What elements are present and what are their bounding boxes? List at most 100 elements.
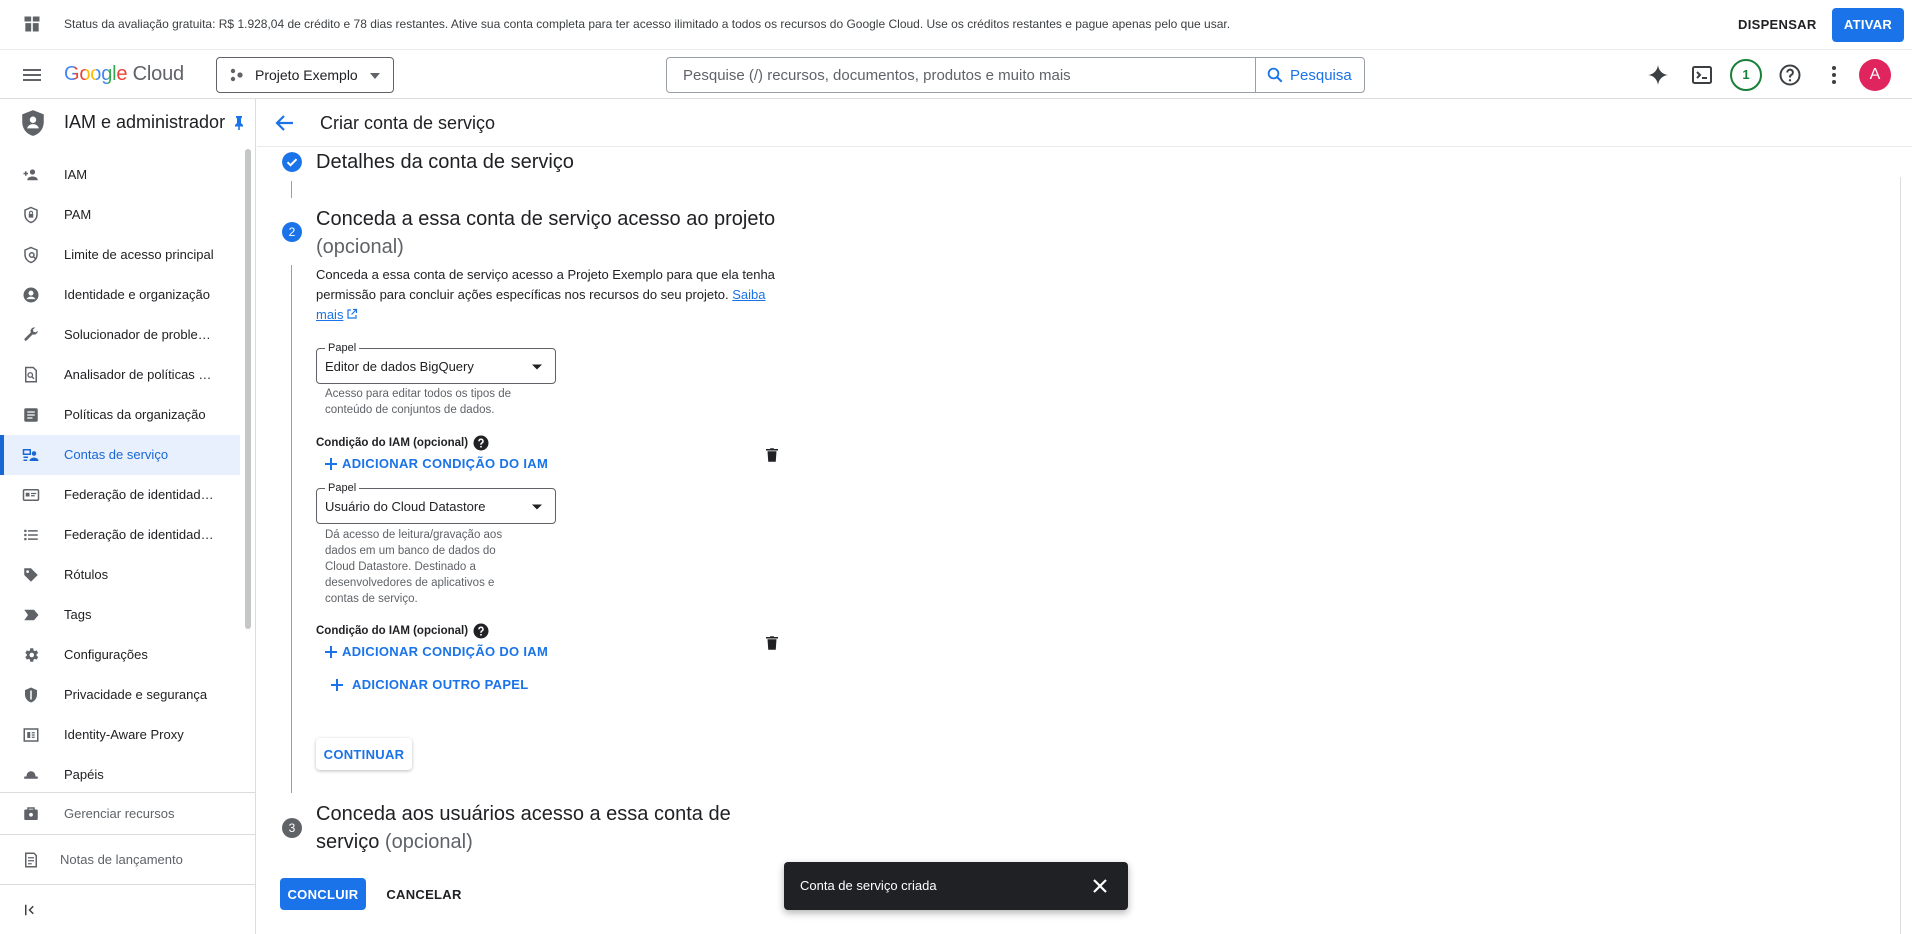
- plus-icon: [325, 645, 337, 658]
- cancel-button[interactable]: CANCELAR: [378, 878, 470, 910]
- help-icon[interactable]: [1778, 63, 1802, 87]
- page-title: Criar conta de serviço: [320, 113, 496, 133]
- add-iam-condition-label: ADICIONAR CONDIÇÃO DO IAM: [342, 456, 549, 471]
- sidebar-item-label: Políticas da organização: [64, 407, 206, 422]
- sidebar-item-org-policies[interactable]: Políticas da organização: [0, 395, 240, 435]
- role-select-2[interactable]: Papel Usuário do Cloud Datastore: [316, 481, 556, 524]
- person-add-icon: [23, 169, 38, 181]
- step2-heading: Conceda a essa conta de serviço acesso a…: [316, 205, 796, 261]
- delete-role-1-icon[interactable]: [763, 446, 781, 464]
- proxy-icon: [23, 728, 39, 742]
- delete-role-2-icon[interactable]: [763, 634, 781, 652]
- sidebar-item-label: PAM: [64, 207, 92, 222]
- back-arrow-icon[interactable]: [273, 111, 297, 135]
- iam-condition-label-2: Condição do IAM (opcional): [316, 625, 469, 637]
- google-cloud-logo[interactable]: Google Cloud: [64, 63, 184, 86]
- avatar[interactable]: A: [1859, 59, 1891, 91]
- sidebar-item-tags[interactable]: Tags: [0, 595, 240, 635]
- sidebar-item-label: Identity-Aware Proxy: [64, 727, 184, 742]
- sidebar-item-troubleshooter[interactable]: Solucionador de problem…: [0, 315, 240, 355]
- page-header: Criar conta de serviço: [257, 99, 1912, 147]
- manage-resources-label: Gerenciar recursos: [64, 806, 175, 821]
- id-card-icon: [22, 489, 40, 501]
- label-icon: [24, 568, 38, 582]
- shield-lock-icon: [24, 206, 38, 224]
- sidebar-nav: IAM PAM Limite de acesso principal Ident…: [0, 155, 240, 795]
- sidebar-item-label: Federação de identidade …: [64, 487, 220, 502]
- sidebar: IAM e administrador IAM PAM Limite de ac…: [0, 99, 256, 934]
- help-circle-icon[interactable]: [473, 623, 489, 639]
- toast-message: Conta de serviço criada: [800, 878, 937, 893]
- search-input[interactable]: [667, 58, 1255, 92]
- role-select-value: Editor de dados BigQuery: [325, 359, 474, 374]
- sidebar-item-label: Solucionador de problem…: [64, 327, 220, 342]
- iam-condition-label-1: Condição do IAM (opcional): [316, 437, 469, 449]
- activate-button[interactable]: ATIVAR: [1832, 8, 1904, 42]
- dropdown-arrow-icon: [532, 504, 542, 510]
- step3-optional: (opcional): [384, 831, 473, 853]
- pin-icon[interactable]: [231, 115, 247, 131]
- sidebar-item-iam[interactable]: IAM: [0, 155, 240, 195]
- external-link-icon: [347, 308, 358, 319]
- sidebar-item-principal-access-boundary[interactable]: Limite de acesso principal: [0, 235, 240, 275]
- add-iam-condition-button-1[interactable]: ADICIONAR CONDIÇÃO DO IAM: [324, 456, 548, 471]
- tag-arrow-icon: [24, 609, 39, 621]
- article-icon: [24, 408, 38, 422]
- sidebar-item-release-notes[interactable]: Notas de lançamento: [0, 834, 255, 884]
- sidebar-header: IAM e administrador: [0, 99, 255, 147]
- wrench-icon: [24, 327, 38, 341]
- account-circle-icon: [23, 287, 39, 303]
- sidebar-item-settings[interactable]: Configurações: [0, 635, 240, 675]
- iam-shield-icon: [22, 110, 44, 136]
- sidebar-item-label: Identidade e organização: [64, 287, 211, 302]
- sidebar-item-workforce-identity[interactable]: Federação de identidade …: [0, 515, 240, 555]
- sidebar-item-policy-analyzer[interactable]: Analisador de políticas …: [0, 355, 240, 395]
- sidebar-item-labels[interactable]: Rótulos: [0, 555, 240, 595]
- release-notes-label: Notas de lançamento: [60, 852, 183, 867]
- help-circle-icon[interactable]: [473, 435, 489, 451]
- done-button[interactable]: CONCLUIR: [280, 878, 366, 910]
- gemini-spark-icon[interactable]: [1646, 63, 1670, 87]
- continue-button[interactable]: CONTINUAR: [316, 738, 412, 770]
- doc-search-icon: [25, 366, 37, 383]
- chevron-down-icon: [370, 73, 380, 79]
- sidebar-item-identity-org[interactable]: Identidade e organização: [0, 275, 240, 315]
- step2-title: Conceda a essa conta de serviço acesso a…: [316, 208, 776, 230]
- sidebar-item-manage-resources[interactable]: Gerenciar recursos: [0, 792, 255, 834]
- plus-icon: [325, 457, 337, 470]
- step2-optional: (opcional): [316, 236, 404, 258]
- sidebar-item-label: Papéis: [64, 767, 104, 782]
- close-icon[interactable]: [1090, 876, 1110, 896]
- collapse-sidebar-button[interactable]: [0, 884, 255, 934]
- sidebar-item-label: Tags: [64, 607, 92, 622]
- service-account-icon: [22, 449, 39, 461]
- dismiss-button[interactable]: DISPENSAR: [1726, 9, 1829, 41]
- role-select-1[interactable]: Papel Editor de dados BigQuery: [316, 341, 556, 384]
- add-iam-condition-button-2[interactable]: ADICIONAR CONDIÇÃO DO IAM: [324, 644, 548, 659]
- hamburger-menu-icon[interactable]: [20, 63, 44, 87]
- search-button[interactable]: Pesquisa: [1255, 58, 1365, 92]
- collapse-left-icon: [25, 904, 34, 916]
- notifications-badge[interactable]: 1: [1730, 59, 1762, 91]
- main-scrollbar[interactable]: [1900, 177, 1906, 934]
- gift-icon: [24, 16, 40, 32]
- sidebar-item-privacy-security[interactable]: Privacidade e segurança: [0, 675, 240, 715]
- more-vert-icon[interactable]: [1822, 63, 1846, 87]
- cloud-shell-icon[interactable]: [1690, 63, 1714, 87]
- search-button-label: Pesquisa: [1290, 66, 1352, 84]
- step2-description: Conceda a essa conta de serviço acesso a…: [316, 265, 776, 325]
- sidebar-item-roles[interactable]: Papéis: [0, 755, 240, 795]
- sidebar-item-label: Contas de serviço: [64, 447, 169, 462]
- sidebar-scrollbar[interactable]: [245, 149, 251, 629]
- sidebar-item-workload-identity[interactable]: Federação de identidade …: [0, 475, 240, 515]
- sidebar-item-iap[interactable]: Identity-Aware Proxy: [0, 715, 240, 755]
- role-select-label: Papel: [325, 481, 360, 495]
- sidebar-item-label: Limite de acesso principal: [64, 247, 214, 262]
- sidebar-item-service-accounts[interactable]: Contas de serviço: [0, 435, 240, 475]
- step-connector: [291, 181, 292, 198]
- add-another-role-button[interactable]: ADICIONAR OUTRO PAPEL: [330, 677, 529, 692]
- step-connector: [291, 265, 292, 793]
- role-hint-2: Dá acesso de leitura/gravação aos dados …: [325, 529, 503, 605]
- project-selector[interactable]: Projeto Exemplo: [216, 57, 394, 93]
- sidebar-item-pam[interactable]: PAM: [0, 195, 240, 235]
